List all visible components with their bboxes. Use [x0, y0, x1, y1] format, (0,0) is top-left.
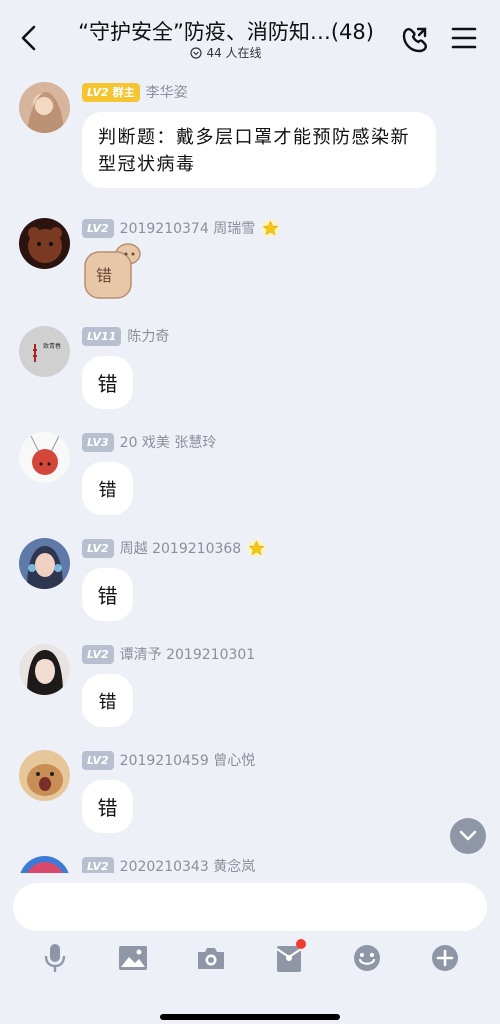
- sender-meta: LV2 2019210374 周瑞雪: [82, 218, 280, 238]
- voice-button[interactable]: [38, 941, 72, 975]
- avatar-image: [19, 750, 70, 801]
- avatar-image: [19, 82, 70, 133]
- notification-dot: [296, 939, 306, 949]
- level-badge: LV2: [82, 856, 114, 873]
- input-bar: [0, 873, 500, 1024]
- message-bubble[interactable]: 判断题：戴多层口罩才能预防感染新型冠状病毒: [82, 112, 436, 188]
- level-badge: LV2: [82, 538, 114, 558]
- sender-meta: LV2 2020210343 黄念岚: [82, 856, 255, 873]
- sender-meta: LV11 陈力奇: [82, 326, 169, 346]
- more-button[interactable]: [428, 941, 462, 975]
- group-call-button[interactable]: [398, 20, 434, 56]
- sticker-text: 错: [96, 266, 113, 285]
- plus-icon: [432, 945, 458, 971]
- level-badge: LV3: [82, 432, 114, 452]
- sender-meta: LV3 20 戏美 张慧玲: [82, 432, 216, 452]
- avatar-image: [19, 218, 70, 269]
- avatar[interactable]: [19, 432, 70, 483]
- online-status: 44 人在线: [56, 44, 396, 61]
- sender-name[interactable]: 谭清予 2019210301: [120, 644, 256, 664]
- avatar-image: [19, 644, 70, 695]
- camera-button[interactable]: [194, 941, 228, 975]
- hamburger-icon: [451, 27, 477, 49]
- message-bubble[interactable]: 错: [82, 462, 133, 515]
- emoji-button[interactable]: [350, 941, 384, 975]
- message-bubble[interactable]: 错: [82, 674, 133, 727]
- group-title: “守护安全”防疫、消防知…(48): [78, 20, 374, 44]
- voice-icon: [44, 944, 66, 972]
- chat-header: “守护安全”防疫、消防知…(48) 44 人在线: [0, 0, 500, 70]
- back-button[interactable]: [14, 22, 42, 54]
- avatar-image: [19, 856, 70, 873]
- message-bubble[interactable]: 错: [82, 780, 133, 833]
- sender-meta: LV2 谭清予 2019210301: [82, 644, 255, 664]
- message-bubble[interactable]: 错: [82, 568, 133, 621]
- sticker-image: [84, 243, 141, 299]
- sender-meta: LV2 群主 李华姿: [82, 82, 188, 102]
- avatar[interactable]: [19, 538, 70, 589]
- red-packet-button[interactable]: [272, 939, 306, 975]
- level-badge: LV2 群主: [82, 82, 140, 102]
- level-badge: LV11: [82, 326, 122, 346]
- avatar[interactable]: [19, 82, 70, 133]
- star-badge-icon: [262, 219, 280, 237]
- call-share-icon: [402, 27, 427, 53]
- avatar-image: 致青春: [19, 326, 70, 377]
- sender-name[interactable]: 2019210459 曾心悦: [120, 750, 256, 770]
- online-count: 44 人在线: [206, 46, 262, 60]
- level-badge: LV2: [82, 750, 114, 770]
- message-list[interactable]: LV2 群主 李华姿 判断题：戴多层口罩才能预防感染新型冠状病毒 LV2 2019…: [0, 70, 500, 873]
- chevron-left-icon: [21, 25, 36, 51]
- image-icon: [119, 946, 147, 970]
- avatar-image: [19, 432, 70, 483]
- emoji-icon: [354, 945, 380, 971]
- owner-label: 群主: [112, 86, 135, 99]
- menu-button[interactable]: [448, 22, 480, 54]
- star-badge-icon: [248, 539, 266, 557]
- avatar[interactable]: [19, 750, 70, 801]
- sticker-message[interactable]: 错: [82, 242, 144, 300]
- sender-meta: LV2 2019210459 曾心悦: [82, 750, 255, 770]
- scroll-to-bottom-button[interactable]: [450, 818, 486, 854]
- avatar[interactable]: [19, 644, 70, 695]
- sender-name[interactable]: 李华姿: [146, 82, 188, 102]
- sender-name[interactable]: 周越 2019210368: [120, 538, 242, 558]
- chevron-down-circle-icon: [190, 46, 203, 59]
- sender-name[interactable]: 陈力奇: [127, 326, 169, 346]
- sender-name[interactable]: 20 戏美 张慧玲: [120, 432, 217, 452]
- level-badge: LV2: [82, 218, 114, 238]
- avatar[interactable]: [19, 218, 70, 269]
- avatar[interactable]: 致青春: [19, 326, 70, 377]
- chevron-down-icon: [459, 830, 477, 841]
- message-bubble[interactable]: 错: [82, 356, 133, 409]
- camera-icon: [198, 948, 224, 969]
- sender-name[interactable]: 2020210343 黄念岚: [120, 856, 256, 873]
- image-button[interactable]: [116, 941, 150, 975]
- home-indicator: [160, 1014, 340, 1020]
- sender-meta: LV2 周越 2019210368: [82, 538, 266, 558]
- sender-name[interactable]: 2019210374 周瑞雪: [120, 218, 256, 238]
- avatar[interactable]: [19, 856, 70, 873]
- message-input[interactable]: [13, 883, 487, 931]
- svg-text:致青春: 致青春: [43, 342, 61, 350]
- avatar-image: [19, 538, 70, 589]
- level-badge: LV2: [82, 644, 114, 664]
